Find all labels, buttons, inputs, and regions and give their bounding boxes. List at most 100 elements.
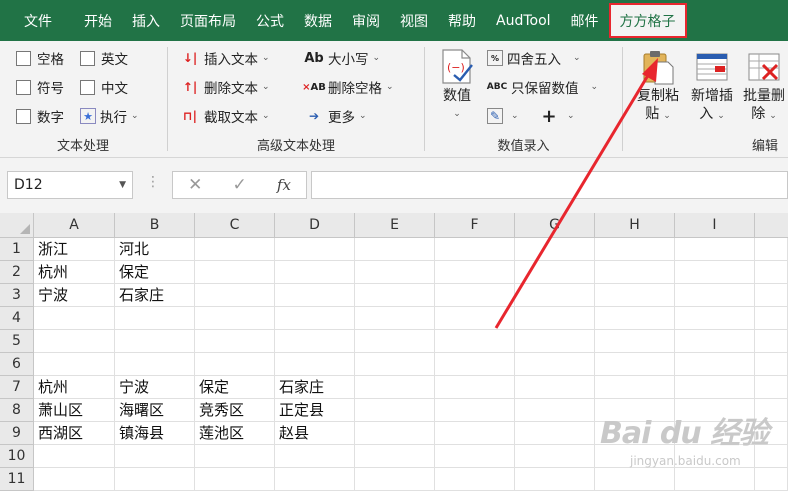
- confirm-icon[interactable]: ✓: [232, 175, 246, 195]
- tab-audtool[interactable]: AudTool: [486, 0, 561, 41]
- cell-e7[interactable]: [355, 376, 435, 399]
- cell-a9[interactable]: 西湖区: [34, 422, 115, 445]
- column-header-d[interactable]: D: [275, 213, 355, 238]
- cell-a5[interactable]: [34, 330, 115, 353]
- cell-d4[interactable]: [275, 307, 355, 330]
- execute-button[interactable]: ★ 执行 ⌄: [80, 105, 139, 127]
- cell-d10[interactable]: [275, 445, 355, 468]
- cell-i6[interactable]: [675, 353, 755, 376]
- cell-d9[interactable]: 赵县: [275, 422, 355, 445]
- cell-f11[interactable]: [435, 468, 515, 491]
- delete-text-button[interactable]: ↑| 删除文本 ⌄: [180, 76, 270, 98]
- cell-e3[interactable]: [355, 284, 435, 307]
- cell-d7[interactable]: 石家庄: [275, 376, 355, 399]
- cell-e4[interactable]: [355, 307, 435, 330]
- cell-b9[interactable]: 镇海县: [115, 422, 195, 445]
- cell-e5[interactable]: [355, 330, 435, 353]
- cell-c1[interactable]: [195, 238, 275, 261]
- delete-space-button[interactable]: × AB 删除空格 ⌄: [302, 76, 393, 98]
- cell-d2[interactable]: [275, 261, 355, 284]
- cell-a2[interactable]: 杭州: [34, 261, 115, 284]
- cell-c11[interactable]: [195, 468, 275, 491]
- cell-g11[interactable]: [515, 468, 595, 491]
- name-box[interactable]: D12 ▼: [7, 171, 133, 199]
- row-header-9[interactable]: 9: [0, 422, 34, 445]
- cell-e10[interactable]: [355, 445, 435, 468]
- cell-e9[interactable]: [355, 422, 435, 445]
- keep-values-button[interactable]: ABC 只保留数值 ⌄: [487, 76, 598, 98]
- checkbox-box[interactable]: [16, 50, 31, 66]
- cell-e6[interactable]: [355, 353, 435, 376]
- tab-insert[interactable]: 插入: [122, 0, 170, 41]
- cell-h5[interactable]: [595, 330, 675, 353]
- cell-d3[interactable]: [275, 284, 355, 307]
- cell-b10[interactable]: [115, 445, 195, 468]
- column-header-f[interactable]: F: [435, 213, 515, 238]
- checkbox-symbol[interactable]: 符号: [16, 76, 64, 98]
- cell-g4[interactable]: [515, 307, 595, 330]
- cell-g5[interactable]: [515, 330, 595, 353]
- cell-b2[interactable]: 保定: [115, 261, 195, 284]
- cell-b1[interactable]: 河北: [115, 238, 195, 261]
- insert-function-icon[interactable]: fx: [277, 176, 291, 194]
- column-header-h[interactable]: H: [595, 213, 675, 238]
- checkbox-box[interactable]: [80, 50, 95, 66]
- cell-c6[interactable]: [195, 353, 275, 376]
- cell-f4[interactable]: [435, 307, 515, 330]
- batch-delete-button[interactable]: 批量删 除 ⌄: [739, 49, 788, 125]
- column-header-g[interactable]: G: [515, 213, 595, 238]
- cell-d1[interactable]: [275, 238, 355, 261]
- row-header-10[interactable]: 10: [0, 445, 34, 468]
- cell-j2[interactable]: [755, 261, 788, 284]
- add-insert-button[interactable]: 新增插 入 ⌄: [687, 49, 737, 125]
- cell-f2[interactable]: [435, 261, 515, 284]
- cell-d5[interactable]: [275, 330, 355, 353]
- drag-handle-icon[interactable]: ⋮: [146, 174, 160, 190]
- cell-j3[interactable]: [755, 284, 788, 307]
- checkbox-box[interactable]: [16, 79, 31, 95]
- value-button[interactable]: (−) 数值 ⌄: [435, 49, 479, 123]
- cell-c10[interactable]: [195, 445, 275, 468]
- cell-f5[interactable]: [435, 330, 515, 353]
- cell-b5[interactable]: [115, 330, 195, 353]
- cell-e2[interactable]: [355, 261, 435, 284]
- row-header-4[interactable]: 4: [0, 307, 34, 330]
- row-header-1[interactable]: 1: [0, 238, 34, 261]
- tab-review[interactable]: 审阅: [342, 0, 390, 41]
- cell-j7[interactable]: [755, 376, 788, 399]
- column-header-j[interactable]: [755, 213, 788, 238]
- cell-b7[interactable]: 宁波: [115, 376, 195, 399]
- cell-g3[interactable]: [515, 284, 595, 307]
- cell-c2[interactable]: [195, 261, 275, 284]
- cell-c5[interactable]: [195, 330, 275, 353]
- cell-a8[interactable]: 萧山区: [34, 399, 115, 422]
- column-header-a[interactable]: A: [34, 213, 115, 238]
- cell-b8[interactable]: 海曙区: [115, 399, 195, 422]
- row-header-5[interactable]: 5: [0, 330, 34, 353]
- cell-g7[interactable]: [515, 376, 595, 399]
- cell-i2[interactable]: [675, 261, 755, 284]
- row-header-11[interactable]: 11: [0, 468, 34, 491]
- cell-g8[interactable]: [515, 399, 595, 422]
- checkbox-box[interactable]: [80, 79, 95, 95]
- cell-a11[interactable]: [34, 468, 115, 491]
- tab-data[interactable]: 数据: [294, 0, 342, 41]
- cell-c9[interactable]: 莲池区: [195, 422, 275, 445]
- cell-f6[interactable]: [435, 353, 515, 376]
- more-button[interactable]: ➔ 更多 ⌄: [304, 105, 367, 127]
- cell-f7[interactable]: [435, 376, 515, 399]
- tab-file[interactable]: 文件: [0, 0, 74, 41]
- row-header-3[interactable]: 3: [0, 284, 34, 307]
- row-header-2[interactable]: 2: [0, 261, 34, 284]
- tab-mail[interactable]: 邮件: [561, 0, 609, 41]
- edit-table-button[interactable]: ✎ ⌄: [487, 105, 519, 127]
- cell-a6[interactable]: [34, 353, 115, 376]
- case-button[interactable]: Ab 大小写 ⌄: [304, 47, 380, 69]
- cell-g10[interactable]: [515, 445, 595, 468]
- column-header-c[interactable]: C: [195, 213, 275, 238]
- cell-f9[interactable]: [435, 422, 515, 445]
- cell-a4[interactable]: [34, 307, 115, 330]
- tab-help[interactable]: 帮助: [438, 0, 486, 41]
- cell-d8[interactable]: 正定县: [275, 399, 355, 422]
- cell-c3[interactable]: [195, 284, 275, 307]
